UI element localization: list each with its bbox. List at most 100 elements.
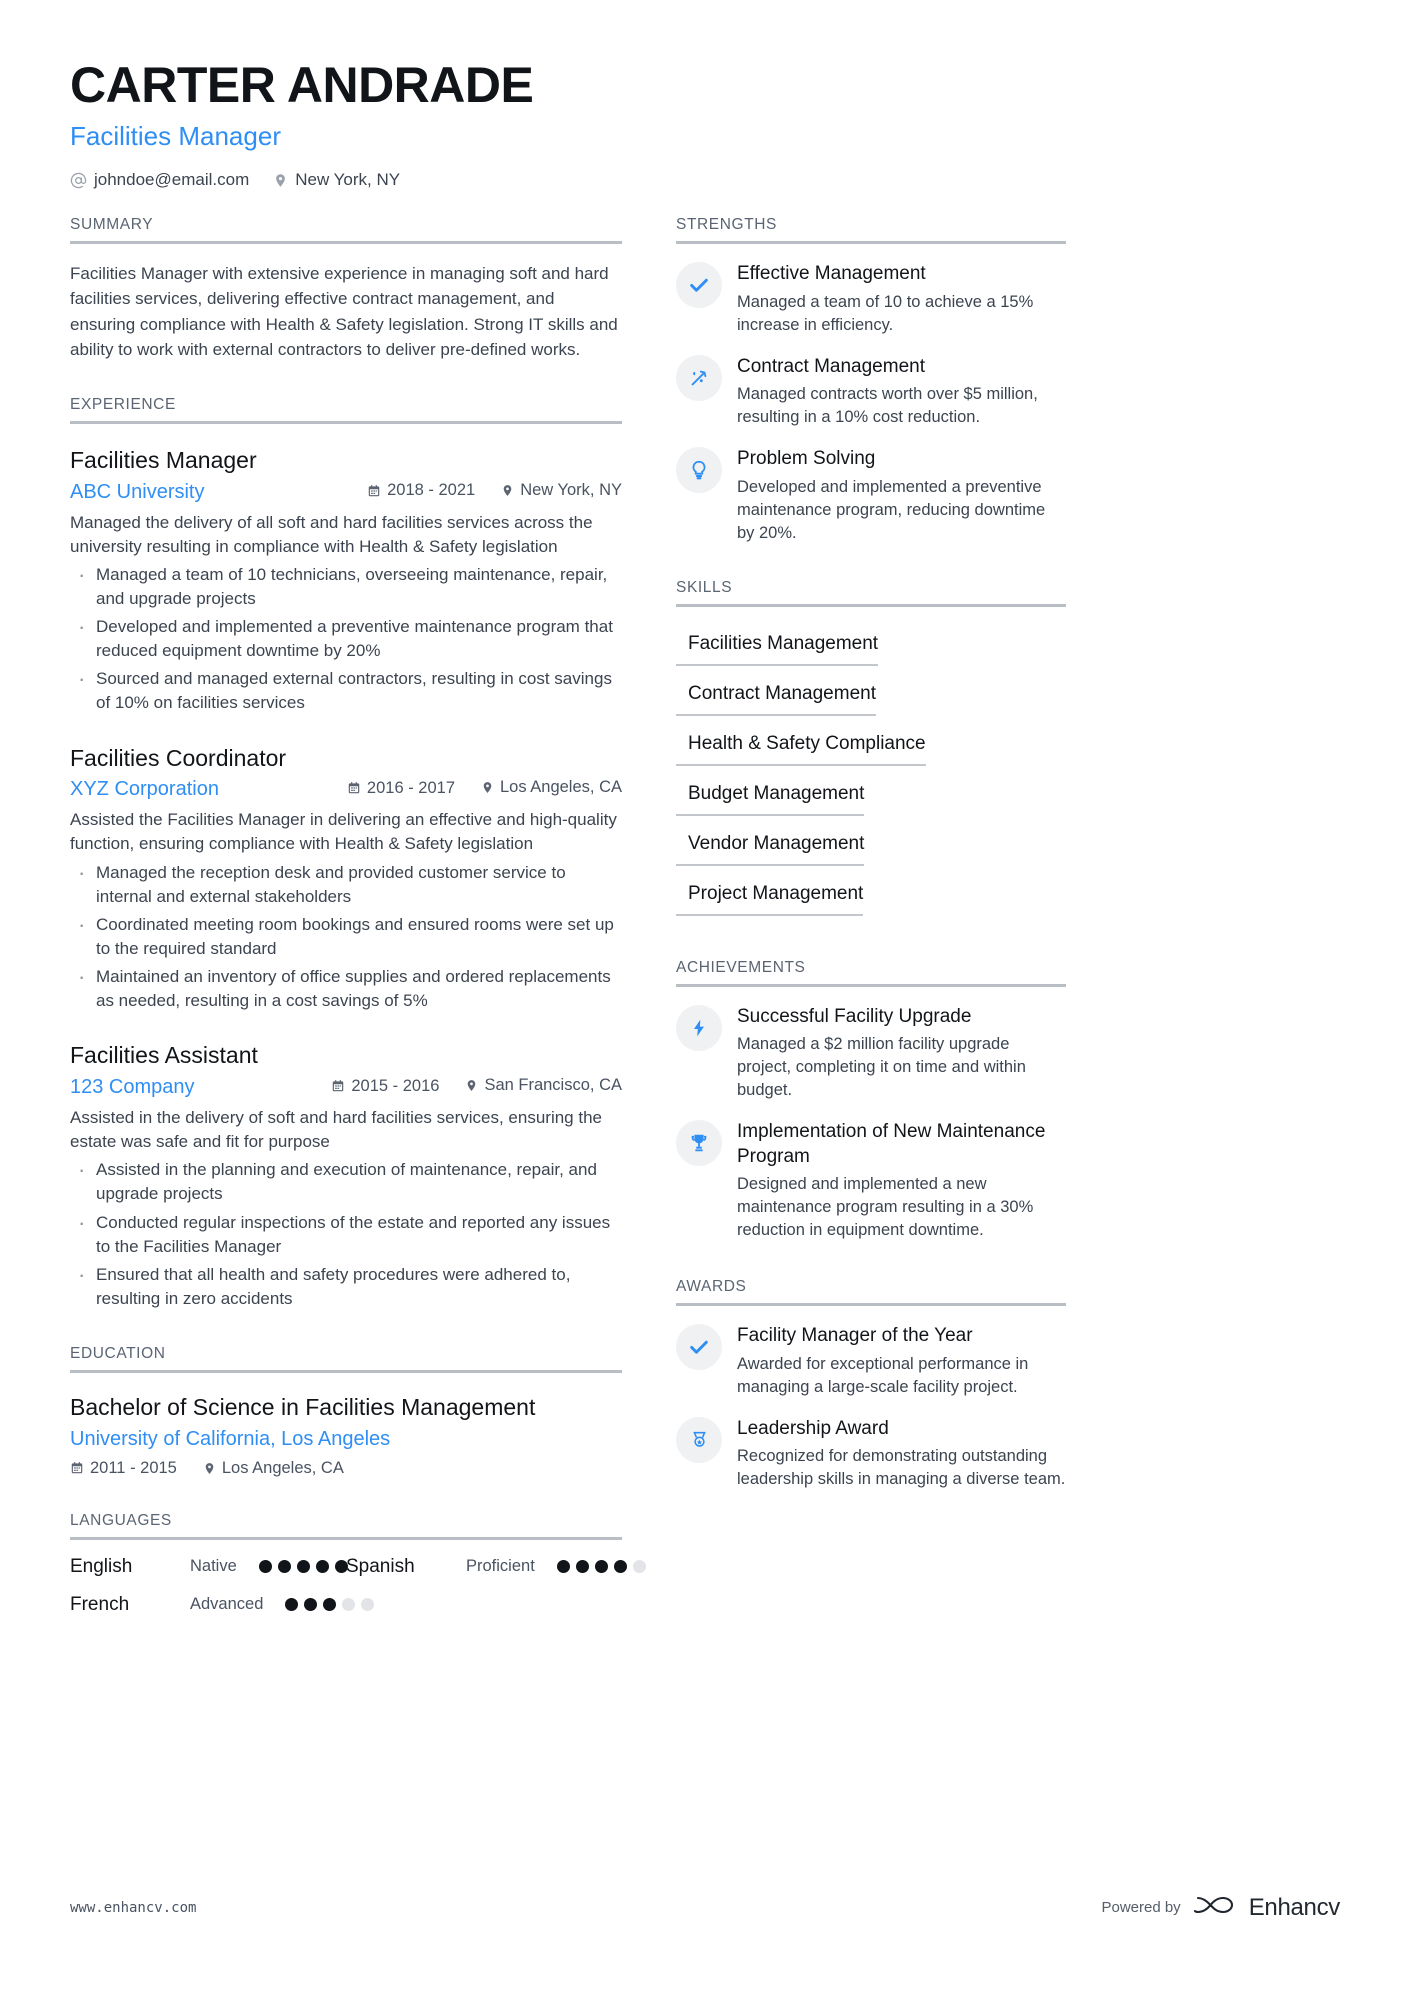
strength-title: Contract Management <box>737 355 925 377</box>
skill-item: Vendor Management <box>676 823 865 866</box>
language-level: Proficient <box>466 1557 535 1576</box>
map-pin-icon <box>501 483 514 498</box>
section-heading-achievements: ACHIEVEMENTS <box>676 959 1066 987</box>
contact-location-text: New York, NY <box>295 170 401 190</box>
medal-icon <box>676 1416 722 1463</box>
strength-description: Managed contracts worth over $5 million,… <box>737 385 1038 427</box>
resume-footer: www.enhancv.com Powered by Enhancv <box>70 1892 1340 1923</box>
experience-bullet: Ensured that all health and safety proce… <box>70 1259 622 1311</box>
calendar-icon <box>347 781 361 795</box>
experience-bullet: Conducted regular inspections of the est… <box>70 1207 622 1259</box>
experience-bullet: Assisted in the planning and execution o… <box>70 1154 622 1206</box>
experience-company[interactable]: XYZ Corporation <box>70 778 347 801</box>
resume-header: CARTER ANDRADE Facilities Manager johndo… <box>70 58 1340 190</box>
experience-meta: ABC University 2018 - 2021 New York, NY <box>70 481 622 504</box>
award-description: Recognized for demonstrating outstanding… <box>737 1447 1066 1489</box>
education-item: Bachelor of Science in Facilities Manage… <box>70 1393 622 1478</box>
experience-bullet: Managed the reception desk and provided … <box>70 857 622 909</box>
lightbulb-icon <box>676 447 722 494</box>
experience-bullets: Assisted in the planning and execution o… <box>70 1154 622 1311</box>
experience-bullets: Managed a team of 10 technicians, overse… <box>70 559 622 716</box>
section-heading-experience: EXPERIENCE <box>70 396 622 424</box>
map-pin-icon <box>465 1078 478 1093</box>
footer-brand: Powered by Enhancv <box>1101 1892 1340 1923</box>
experience-company[interactable]: 123 Company <box>70 1076 331 1099</box>
education-school[interactable]: University of California, Los Angeles <box>70 1428 622 1451</box>
strength-item: Effective Management Managed a team of 1… <box>676 262 1066 337</box>
languages-grid: English Native Spanish Proficient French… <box>70 1555 646 1632</box>
experience-bullet: Sourced and managed external contractors… <box>70 663 622 715</box>
experience-location: Los Angeles, CA <box>481 778 622 797</box>
page-title: CARTER ANDRADE <box>70 57 534 113</box>
experience-bullet: Managed a team of 10 technicians, overse… <box>70 559 622 611</box>
calendar-icon <box>70 1461 84 1475</box>
award-title: Leadership Award <box>737 1417 889 1439</box>
education-location: Los Angeles, CA <box>203 1459 344 1478</box>
skill-item: Budget Management <box>676 773 865 816</box>
skill-item: Health & Safety Compliance <box>676 723 926 766</box>
strength-title: Problem Solving <box>737 448 876 470</box>
experience-item: Facilities Assistant 123 Company 2015 - … <box>70 1041 622 1311</box>
section-heading-awards: AWARDS <box>676 1278 1066 1307</box>
experience-date-text: 2018 - 2021 <box>387 481 476 500</box>
summary-text: Facilities Manager with extensive experi… <box>70 264 618 359</box>
section-languages: LANGUAGES English Native Spanish Profici… <box>70 1512 646 1632</box>
language-level: Native <box>190 1557 237 1576</box>
language-name: Spanish <box>346 1555 415 1577</box>
experience-location: San Francisco, CA <box>465 1076 622 1095</box>
section-summary: SUMMARY Facilities Manager with extensiv… <box>70 216 622 362</box>
section-heading-strengths: STRENGTHS <box>676 216 1066 245</box>
strength-item: Contract Management Managed contracts wo… <box>676 354 1066 430</box>
calendar-icon <box>331 1079 345 1093</box>
award-item: Leadership Award Recognized for demonstr… <box>676 1416 1066 1492</box>
experience-bullet: Maintained an inventory of office suppli… <box>70 961 622 1013</box>
contact-email[interactable]: johndoe@email.com <box>70 170 249 190</box>
language-rating-dots <box>275 1598 391 1612</box>
strength-title: Effective Management <box>737 263 926 285</box>
experience-location-text: Los Angeles, CA <box>500 778 622 797</box>
education-degree: Bachelor of Science in Facilities Manage… <box>70 1394 536 1421</box>
at-sign-icon <box>70 172 87 189</box>
language-rating-dots <box>547 1560 663 1574</box>
education-date: 2011 - 2015 <box>70 1459 177 1478</box>
experience-date-text: 2015 - 2016 <box>351 1076 440 1095</box>
experience-date-text: 2016 - 2017 <box>366 778 455 797</box>
skill-item: Facilities Management <box>676 623 879 666</box>
language-level: Advanced <box>190 1595 264 1614</box>
check-icon <box>676 262 722 309</box>
section-achievements: ACHIEVEMENTS Successful Facility Upgrade… <box>676 959 1066 1243</box>
section-education: EDUCATION Bachelor of Science in Facilit… <box>70 1345 622 1478</box>
footer-url[interactable]: www.enhancv.com <box>70 1900 196 1916</box>
right-column: STRENGTHS Effective Management Managed a… <box>676 216 1066 1636</box>
experience-date: 2015 - 2016 <box>331 1077 439 1096</box>
map-pin-icon <box>481 780 494 795</box>
strength-description: Managed a team of 10 to achieve a 15% in… <box>737 292 1034 334</box>
strength-description: Developed and implemented a preventive m… <box>737 477 1046 542</box>
achievement-description: Managed a $2 million facility upgrade pr… <box>737 1035 1026 1100</box>
footer-powered-by: Powered by <box>1101 1899 1181 1916</box>
experience-description: Managed the delivery of all soft and har… <box>70 512 593 556</box>
experience-meta: 123 Company 2015 - 2016 San Francisco, C… <box>70 1076 622 1099</box>
magic-wand-icon <box>676 354 722 401</box>
education-location-text: Los Angeles, CA <box>221 1458 344 1477</box>
section-experience: EXPERIENCE Facilities Manager ABC Univer… <box>70 396 622 1311</box>
achievement-item: Implementation of New Maintenance Progra… <box>676 1120 1066 1242</box>
experience-item: Facilities Manager ABC University 2018 -… <box>70 446 622 716</box>
trophy-icon <box>676 1120 722 1167</box>
achievement-title: Implementation of New Maintenance Progra… <box>737 1121 1046 1167</box>
enhancv-logo-icon <box>1193 1892 1236 1923</box>
achievement-item: Successful Facility Upgrade Managed a $2… <box>676 1004 1066 1103</box>
skills-list: Facilities Management Contract Managemen… <box>676 623 1066 923</box>
language-item: French Advanced <box>70 1593 375 1616</box>
experience-item: Facilities Coordinator XYZ Corporation 2… <box>70 744 622 1014</box>
experience-title: Facilities Manager <box>70 446 257 473</box>
section-heading-education: EDUCATION <box>70 1345 622 1374</box>
language-name: French <box>70 1593 130 1615</box>
calendar-icon <box>367 484 381 498</box>
experience-location-text: New York, NY <box>520 480 622 499</box>
experience-company[interactable]: ABC University <box>70 481 367 504</box>
experience-bullet: Developed and implemented a preventive m… <box>70 611 622 663</box>
footer-brand-name: Enhancv <box>1248 1893 1341 1921</box>
section-heading-summary: SUMMARY <box>70 216 622 245</box>
lightning-bolt-icon <box>676 1004 722 1051</box>
